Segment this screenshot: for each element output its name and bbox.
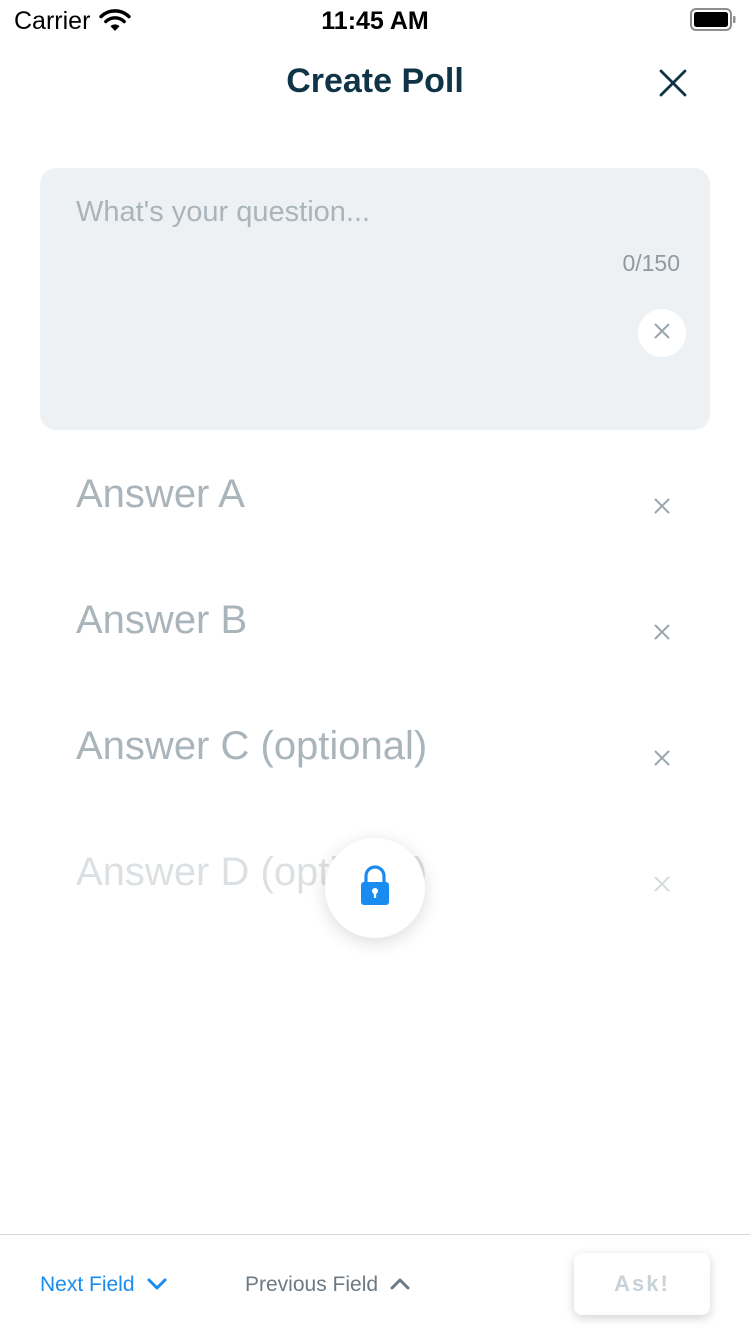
ask-button[interactable]: Ask!: [574, 1253, 710, 1315]
chevron-up-icon: [378, 1273, 410, 1297]
close-button[interactable]: [650, 62, 696, 108]
question-card: 0/150: [40, 168, 710, 430]
clock: 11:45 AM: [321, 7, 429, 35]
previous-field-label: Previous Field: [245, 1273, 379, 1296]
char-count: 0/150: [622, 250, 680, 276]
answer-d-clear-button[interactable]: [648, 872, 676, 900]
question-clear-button[interactable]: [638, 309, 686, 357]
bottom-toolbar: Next Field Previous Field Ask!: [0, 1234, 750, 1334]
answer-a-clear-button[interactable]: [648, 494, 676, 522]
answer-a-input[interactable]: [76, 454, 616, 534]
next-field-label: Next Field: [40, 1273, 135, 1296]
close-icon: [659, 69, 687, 102]
status-bar: Carrier 11:45 AM: [0, 0, 750, 40]
answer-row-a: [40, 454, 710, 534]
answer-b-clear-button[interactable]: [648, 620, 676, 648]
previous-field-button[interactable]: Previous Field: [245, 1273, 410, 1297]
lock-icon: [359, 864, 391, 912]
next-field-button[interactable]: Next Field: [40, 1273, 167, 1297]
answer-c-input[interactable]: [76, 706, 616, 786]
close-icon: [654, 323, 670, 344]
close-icon: [654, 750, 670, 771]
lock-button[interactable]: [325, 838, 425, 938]
answer-b-input[interactable]: [76, 580, 616, 660]
question-input[interactable]: [76, 192, 656, 232]
close-icon: [654, 624, 670, 645]
close-icon: [654, 498, 670, 519]
page-title: Create Poll: [286, 62, 464, 100]
answer-row-c: [40, 706, 710, 786]
close-icon: [654, 876, 670, 897]
answer-c-clear-button[interactable]: [648, 746, 676, 774]
battery-icon: [690, 8, 736, 31]
answer-row-b: [40, 580, 710, 660]
chevron-down-icon: [135, 1273, 167, 1297]
